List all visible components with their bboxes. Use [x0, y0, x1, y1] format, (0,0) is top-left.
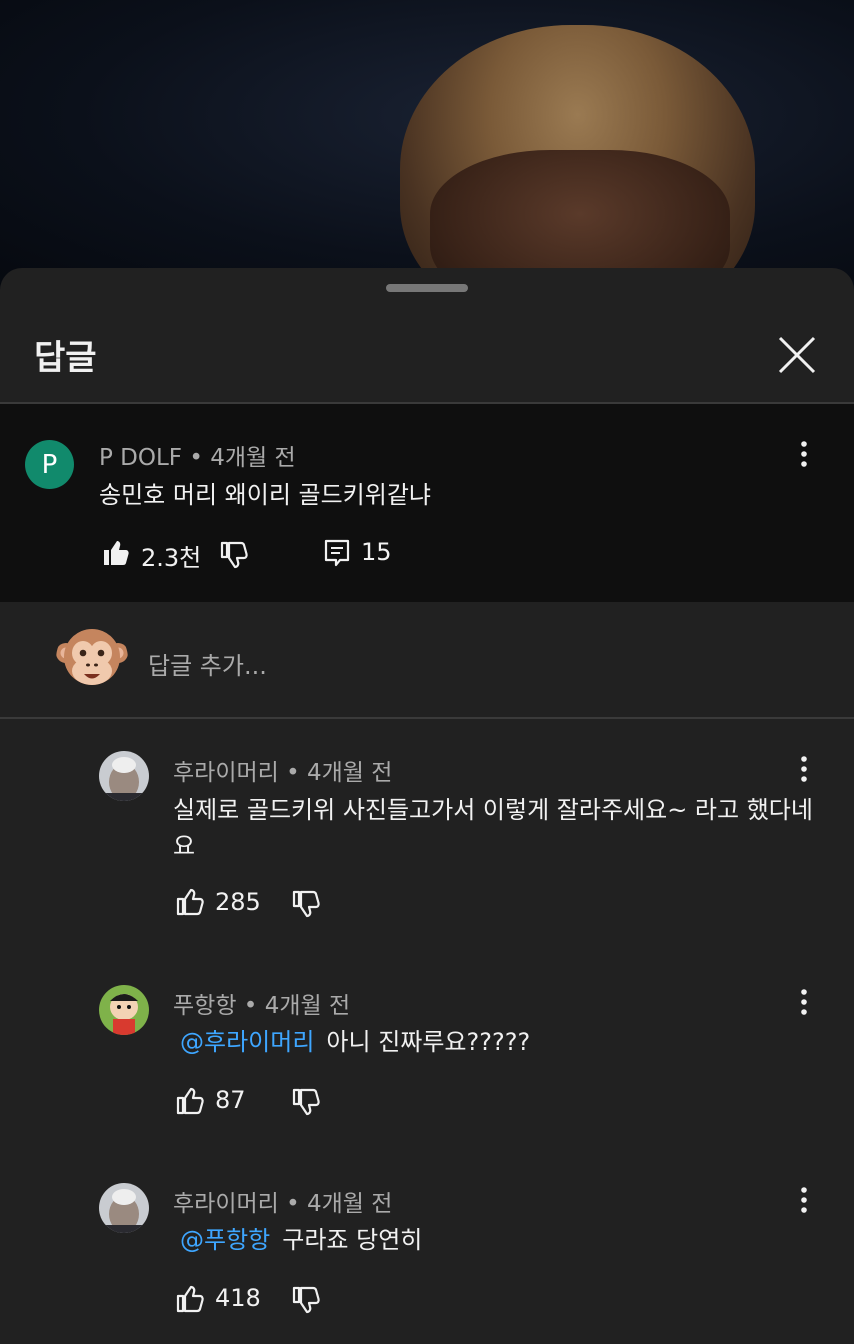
- like-count: 418: [215, 1284, 261, 1312]
- thumb-down-icon[interactable]: [291, 889, 321, 919]
- thumb-up-icon[interactable]: [175, 1284, 205, 1314]
- avatar[interactable]: [99, 751, 149, 801]
- add-reply-input[interactable]: 답글 추가...: [148, 646, 267, 681]
- reply-meta: 푸항항 • 4개월 전: [173, 986, 350, 1020]
- reply-author[interactable]: 푸항항: [173, 993, 236, 1019]
- more-vert-icon[interactable]: [794, 440, 814, 470]
- video-frame: [0, 0, 854, 290]
- more-vert-icon[interactable]: [794, 755, 814, 785]
- meta-separator: •: [236, 993, 265, 1019]
- avatar-image: [99, 985, 149, 1035]
- thumb-up-icon[interactable]: [101, 538, 131, 568]
- monkey-face-icon: [56, 629, 128, 685]
- replies-sheet: 답글 P P DOLF • 4개월 전 송민호 머리 왜이리 골드키위같냐 2.…: [0, 268, 854, 1344]
- reply-author[interactable]: 후라이머리: [173, 1191, 279, 1217]
- meta-separator: •: [278, 760, 308, 786]
- reply-count[interactable]: 15: [361, 538, 392, 566]
- sheet-title: 답글: [34, 338, 97, 378]
- replies-divider: [0, 717, 854, 719]
- close-button[interactable]: [772, 330, 822, 380]
- user-avatar: [56, 623, 128, 695]
- reply-body: 구라죠 당연히: [282, 1226, 423, 1254]
- reply-meta: 후라이머리 • 4개월 전: [173, 1184, 392, 1218]
- close-icon: [778, 336, 816, 374]
- like-count: 2.3천: [141, 544, 202, 572]
- thumb-up-icon[interactable]: [175, 1086, 205, 1116]
- drag-handle[interactable]: [386, 284, 468, 292]
- reply-body: 아니 진짜루요?????: [326, 1028, 531, 1056]
- avatar[interactable]: [99, 985, 149, 1035]
- comment-author[interactable]: P DOLF: [99, 445, 182, 471]
- like-count: 87: [215, 1086, 246, 1114]
- reply-meta: 후라이머리 • 4개월 전: [173, 753, 392, 787]
- avatar-image: [99, 751, 149, 801]
- reply-time: 4개월 전: [264, 993, 351, 1019]
- more-vert-icon[interactable]: [794, 1186, 814, 1216]
- reply-text-continued: 요: [173, 832, 196, 860]
- reply-time: 4개월 전: [307, 760, 393, 786]
- reply-text: 실제로 골드키위 사진들고가서 이렇게 잘라주세요~ 라고 했다네: [173, 796, 813, 824]
- mention-link[interactable]: @푸항항: [180, 1226, 270, 1254]
- comment-icon[interactable]: [323, 538, 351, 568]
- reply-text: @후라이머리 아니 진짜루요?????: [180, 1022, 530, 1057]
- reply-author[interactable]: 후라이머리: [173, 760, 279, 786]
- avatar-image: [99, 1183, 149, 1233]
- parent-comment: P P DOLF • 4개월 전 송민호 머리 왜이리 골드키위같냐 2.3천 …: [0, 404, 854, 602]
- thumb-down-icon[interactable]: [291, 1285, 321, 1315]
- thumb-up-icon[interactable]: [175, 887, 205, 917]
- more-vert-icon[interactable]: [794, 988, 814, 1018]
- comment-text: 송민호 머리 왜이리 골드키위같냐: [99, 481, 432, 509]
- reply-text: @푸항항 구라죠 당연히: [180, 1220, 422, 1255]
- mention-link[interactable]: @후라이머리: [180, 1028, 314, 1056]
- reply-time: 4개월 전: [307, 1191, 393, 1217]
- more-vert-icon[interactable]: [794, 576, 814, 606]
- meta-separator: •: [182, 445, 211, 471]
- thumb-down-icon[interactable]: [291, 1087, 321, 1117]
- meta-separator: •: [278, 1191, 308, 1217]
- comment-meta: P DOLF • 4개월 전: [99, 438, 296, 472]
- comment-time: 4개월 전: [210, 445, 296, 471]
- like-count: 285: [215, 888, 261, 916]
- thumb-down-icon[interactable]: [219, 540, 249, 570]
- avatar[interactable]: P: [25, 440, 74, 489]
- avatar[interactable]: [99, 1183, 149, 1233]
